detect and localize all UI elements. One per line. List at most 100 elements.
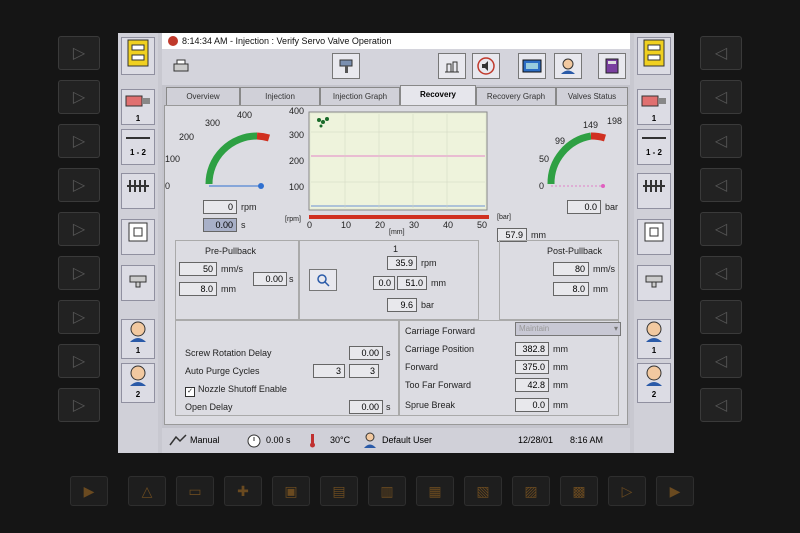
hw-key-left-7[interactable]: ▷ [58,300,100,334]
operator-1-button-right[interactable]: 1 [637,319,671,359]
open-delay-value[interactable]: 0.00 [349,400,383,414]
printer-button[interactable] [170,53,192,79]
hw-key-right-4[interactable]: ◁ [700,168,742,202]
hw-key-right-2[interactable]: ◁ [700,80,742,114]
mute-button[interactable] [472,53,500,79]
hw-key-bottom-2[interactable]: △ [128,476,166,506]
hw-key-left-1[interactable]: ▷ [58,36,100,70]
file-cabinet-button[interactable] [121,37,155,75]
injection-unit-icon [641,95,666,107]
stage-rpm[interactable]: 35.9 [387,256,417,270]
hw-key-bottom-5[interactable]: ▣ [272,476,310,506]
user-icon [364,432,376,448]
hw-key-left-9[interactable]: ▷ [58,388,100,422]
hw-key-bottom-7[interactable]: ▥ [368,476,406,506]
hydraulics-button[interactable] [438,53,466,79]
sprue-break-unit: mm [553,400,568,410]
date-text: 12/28/01 [518,435,554,445]
hw-key-bottom-9[interactable]: ▧ [464,476,502,506]
hw-key-bottom-8[interactable]: ▦ [416,476,454,506]
post-pullback-distance[interactable]: 8.0 [553,282,589,296]
forward-value[interactable]: 375.0 [515,360,549,374]
injection-unit-button[interactable]: 1 [121,89,155,125]
hw-key-left-6[interactable]: ▷ [58,256,100,290]
manual-book-button[interactable] [598,53,626,79]
stage-position-end[interactable]: 51.0 [397,276,427,290]
ejector-button-right[interactable] [637,265,671,301]
tab-valves-status[interactable]: Valves Status [556,87,628,105]
tab-recovery[interactable]: Recovery [400,85,476,105]
hw-key-bottom-10[interactable]: ▨ [512,476,550,506]
temperature-text: 30°C [330,435,351,445]
tab-injection-graph[interactable]: Injection Graph [320,87,400,105]
injection-unit-button-right[interactable]: 1 [637,89,671,125]
rpm-gauge [205,132,271,189]
auto-purge-total[interactable]: 3 [349,364,379,378]
chart-pressure-unit: [bar] [497,214,512,221]
nozzle-shutoff-checkbox[interactable]: ✓ Nozzle Shutoff Enable [185,384,287,397]
operator-2-button-right[interactable]: 2 [637,363,671,403]
hw-key-right-7[interactable]: ◁ [700,300,742,334]
hw-key-bottom-6[interactable]: ▤ [320,476,358,506]
tab-overview[interactable]: Overview [166,87,240,105]
screw-delay-value[interactable]: 0.00 [349,346,383,360]
stage-position-start[interactable]: 0.0 [373,276,395,290]
hw-key-right-3[interactable]: ◁ [700,124,742,158]
heater-icon [127,180,149,192]
sprue-break-value[interactable]: 0.0 [515,398,549,412]
screw-select-button[interactable]: 1 - 2 [121,129,155,165]
hw-key-right-1[interactable]: ◁ [700,36,742,70]
position-bar [309,215,489,219]
hw-key-bottom-4[interactable]: ✚ [224,476,262,506]
operator-2-button[interactable]: 2 [121,363,155,403]
pre-pullback-title: Pre-Pullback [205,246,257,256]
hw-key-right-5[interactable]: ◁ [700,212,742,246]
screw-select-button-right[interactable]: 1 - 2 [637,129,671,165]
tab-injection[interactable]: Injection [240,87,320,105]
hw-key-bottom-3[interactable]: ▭ [176,476,214,506]
heater-button-right[interactable] [637,173,671,209]
hw-key-bottom-11[interactable]: ▩ [560,476,598,506]
too-far-forward-value[interactable]: 42.8 [515,378,549,392]
ejector-button[interactable] [121,265,155,301]
bar-tick-50: 50 [539,154,550,164]
stage-pressure[interactable]: 9.6 [387,298,417,312]
hw-key-left-2[interactable]: ▷ [58,80,100,114]
operator-1-button[interactable]: 1 [121,319,155,359]
auto-purge-count[interactable]: 3 [313,364,345,378]
hw-key-bottom-12[interactable]: ▷ [608,476,646,506]
carriage-forward-select[interactable]: Maintain ▾ [515,322,621,336]
tab-recovery-graph[interactable]: Recovery Graph [476,87,556,105]
hw-key-right-9[interactable]: ◁ [700,388,742,422]
pre-pullback-time[interactable]: 0.00 [253,272,287,286]
hw-key-left-5[interactable]: ▷ [58,212,100,246]
chart-x-tick-30: 30 [409,220,420,230]
mold-icon [128,222,148,242]
right-label-3: 1 [651,346,657,355]
hw-key-left-8[interactable]: ▷ [58,344,100,378]
hw-key-right-6[interactable]: ◁ [700,256,742,290]
video-button[interactable] [518,53,546,79]
carriage-position-label: Carriage Position [405,344,475,354]
machine-view-button[interactable] [332,53,360,79]
help-user-button[interactable] [554,53,582,79]
file-cabinet-button-right[interactable] [637,37,671,75]
post-pullback-speed[interactable]: 80 [553,262,589,276]
rpm-tick-300: 300 [205,118,221,128]
pre-pullback-distance-unit: mm [221,284,236,294]
hw-key-left-3[interactable]: ▷ [58,124,100,158]
pre-pullback-distance[interactable]: 8.0 [179,282,217,296]
mold-button[interactable] [121,219,155,255]
pre-pullback-speed[interactable]: 50 [179,262,217,276]
file-cabinet-icon [643,39,665,67]
left-label-4: 2 [135,390,141,399]
hw-key-bottom-13[interactable]: ▶ [656,476,694,506]
hw-key-left-4[interactable]: ▷ [58,168,100,202]
mold-button-right[interactable] [637,219,671,255]
hw-key-bottom-1[interactable]: ▶ [70,476,108,506]
hw-key-right-8[interactable]: ◁ [700,344,742,378]
right-label-1: 1 [651,114,657,123]
heater-button[interactable] [121,173,155,209]
mode-text: Manual [190,435,220,445]
zoom-button[interactable] [309,269,337,291]
